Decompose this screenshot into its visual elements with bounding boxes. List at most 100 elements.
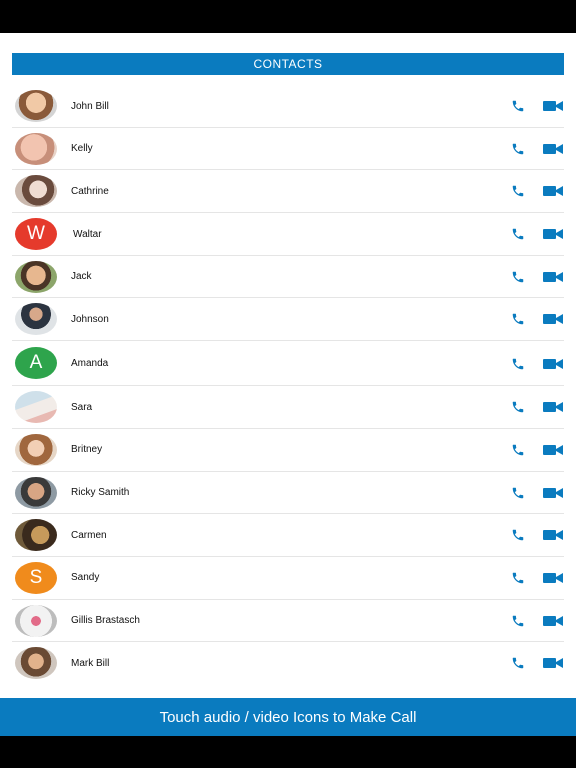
contact-name: John Bill bbox=[71, 100, 109, 112]
video-call-button[interactable] bbox=[543, 612, 563, 630]
video-camera-icon bbox=[543, 487, 563, 498]
audio-call-button[interactable] bbox=[510, 569, 526, 587]
call-hint-text: Touch audio / video Icons to Make Call bbox=[159, 708, 417, 726]
audio-call-button[interactable] bbox=[510, 654, 526, 672]
audio-call-button[interactable] bbox=[510, 355, 526, 373]
contact-name: Jack bbox=[71, 271, 92, 283]
audio-call-button[interactable] bbox=[510, 526, 526, 544]
contact-name: Mark Bill bbox=[71, 657, 110, 669]
phone-icon bbox=[512, 572, 524, 584]
video-camera-icon bbox=[543, 271, 563, 282]
audio-call-button[interactable] bbox=[510, 97, 526, 115]
video-call-button[interactable] bbox=[543, 97, 563, 115]
contact-row[interactable]: W Waltar bbox=[12, 213, 564, 256]
contact-row[interactable]: Britney bbox=[12, 429, 564, 472]
avatar bbox=[15, 433, 57, 466]
phone-icon bbox=[512, 358, 524, 370]
video-call-button[interactable] bbox=[543, 268, 563, 286]
phone-icon bbox=[512, 529, 524, 541]
video-call-button[interactable] bbox=[543, 484, 563, 502]
video-call-button[interactable] bbox=[543, 654, 563, 672]
call-hint-bar: Touch audio / video Icons to Make Call bbox=[0, 698, 576, 736]
video-call-button[interactable] bbox=[543, 569, 563, 587]
audio-call-button[interactable] bbox=[510, 182, 526, 200]
video-call-button[interactable] bbox=[543, 441, 563, 459]
contact-name: Cathrine bbox=[71, 185, 109, 197]
avatar bbox=[15, 647, 57, 680]
contact-name: Kelly bbox=[71, 143, 93, 155]
video-call-button[interactable] bbox=[543, 140, 563, 158]
avatar bbox=[15, 90, 57, 122]
video-call-button[interactable] bbox=[543, 310, 563, 328]
phone-icon bbox=[512, 444, 524, 456]
video-camera-icon bbox=[543, 615, 563, 626]
avatar-initial: S bbox=[29, 566, 43, 588]
phone-icon bbox=[512, 143, 524, 154]
contact-name: Amanda bbox=[71, 358, 109, 370]
audio-call-button[interactable] bbox=[510, 268, 526, 286]
phone-icon bbox=[512, 314, 524, 325]
video-camera-icon bbox=[543, 186, 563, 197]
video-camera-icon bbox=[543, 444, 563, 455]
avatar: W bbox=[15, 218, 57, 251]
video-call-button[interactable] bbox=[543, 182, 563, 200]
contact-name: Sandy bbox=[71, 572, 100, 584]
avatar: A bbox=[15, 347, 57, 380]
video-call-button[interactable] bbox=[543, 526, 563, 544]
avatar bbox=[15, 519, 57, 552]
video-call-button[interactable] bbox=[543, 355, 563, 373]
contact-row[interactable]: John Bill bbox=[12, 85, 564, 128]
video-camera-icon bbox=[543, 101, 563, 111]
audio-call-button[interactable] bbox=[510, 441, 526, 459]
video-call-button[interactable] bbox=[543, 225, 563, 243]
avatar bbox=[15, 303, 57, 336]
audio-call-button[interactable] bbox=[510, 140, 526, 158]
contact-row[interactable]: Ricky Samith bbox=[12, 472, 564, 515]
contact-row[interactable]: Gillis Brastasch bbox=[12, 600, 564, 643]
contact-row[interactable]: Jack bbox=[12, 256, 564, 299]
video-camera-icon bbox=[543, 402, 563, 413]
avatar: S bbox=[15, 561, 57, 594]
contact-row[interactable]: S Sandy bbox=[12, 557, 564, 600]
video-camera-icon bbox=[543, 572, 563, 583]
phone-icon bbox=[512, 271, 524, 282]
video-camera-icon bbox=[543, 314, 563, 325]
avatar-initial: A bbox=[29, 352, 43, 374]
audio-call-button[interactable] bbox=[510, 398, 526, 416]
contact-row[interactable]: Cathrine bbox=[12, 170, 564, 214]
phone-icon bbox=[512, 228, 524, 240]
video-call-button[interactable] bbox=[543, 398, 563, 416]
audio-call-button[interactable] bbox=[510, 310, 526, 328]
contact-row[interactable]: Johnson bbox=[12, 298, 564, 342]
contact-row[interactable]: Mark Bill bbox=[12, 642, 564, 685]
avatar bbox=[15, 476, 57, 509]
phone-icon bbox=[512, 658, 524, 669]
phone-icon bbox=[512, 186, 524, 197]
video-camera-icon bbox=[543, 359, 563, 370]
audio-call-button[interactable] bbox=[510, 612, 526, 630]
contact-list: John Bill Kelly Cathrine W Waltar Jack J… bbox=[12, 85, 564, 685]
phone-icon bbox=[512, 401, 524, 413]
header-title: CONTACTS bbox=[253, 57, 323, 71]
avatar-initial: W bbox=[27, 223, 45, 245]
contact-name: Carmen bbox=[71, 529, 107, 541]
contact-row[interactable]: A Amanda bbox=[12, 341, 564, 387]
avatar bbox=[15, 391, 57, 424]
contact-name: Johnson bbox=[71, 313, 109, 325]
audio-call-button[interactable] bbox=[510, 225, 526, 243]
video-camera-icon bbox=[543, 658, 563, 669]
avatar bbox=[15, 132, 57, 165]
contact-name: Britney bbox=[71, 444, 103, 456]
contact-row[interactable]: Carmen bbox=[12, 514, 564, 557]
avatar bbox=[15, 260, 57, 293]
contact-name: Gillis Brastasch bbox=[71, 615, 140, 627]
contact-row[interactable]: Kelly bbox=[12, 128, 564, 171]
audio-call-button[interactable] bbox=[510, 484, 526, 502]
video-camera-icon bbox=[543, 143, 563, 154]
video-camera-icon bbox=[543, 530, 563, 541]
contact-name: Sara bbox=[71, 401, 93, 413]
contacts-header: CONTACTS bbox=[12, 53, 564, 75]
contact-name: Ricky Samith bbox=[71, 487, 130, 498]
contact-row[interactable]: Sara bbox=[12, 386, 564, 429]
phone-icon bbox=[512, 615, 524, 626]
